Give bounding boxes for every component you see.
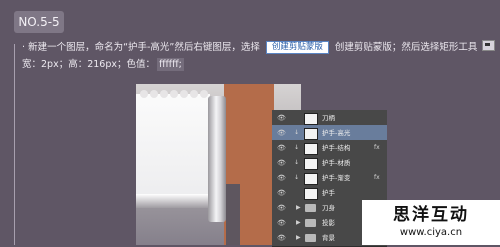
blade-scallop xyxy=(140,90,148,98)
color-value: ffffff; xyxy=(156,58,184,71)
blade-scallop xyxy=(190,90,198,98)
expand-arrow-icon[interactable]: ▶ xyxy=(296,219,301,226)
clipping-mask-icon: ↓ xyxy=(294,159,300,166)
folder-icon xyxy=(305,219,316,227)
watermark-logo: 思洋互动 www.ciya.cn xyxy=(362,200,500,245)
blade-scallop xyxy=(180,90,188,98)
eye-icon[interactable]: 👁 xyxy=(277,219,286,227)
instruction-dims: 宽：2px；高：216px；色值： xyxy=(22,59,155,70)
layer-name: 背景 xyxy=(322,234,335,242)
layer-thumbnail xyxy=(304,128,318,140)
layer-effects-icon[interactable]: fx xyxy=(374,144,380,151)
instruction-line-1: · 新建一个图层，命名为“护手-高光”然后右键图层，选择 创建剪贴蒙版 创建剪贴… xyxy=(22,40,497,54)
guard-shadow xyxy=(226,184,240,245)
instruction-line-2: 宽：2px；高：216px；色值： ffffff; xyxy=(22,58,184,71)
step-badge: NO.5-5 xyxy=(14,11,64,33)
eye-icon[interactable]: 👁 xyxy=(277,159,286,167)
layer-name: 护手 xyxy=(322,189,335,197)
layer-thumbnail xyxy=(304,113,318,125)
blade-scallop xyxy=(150,90,158,98)
layer-name: 护手-结构 xyxy=(322,144,351,152)
rectangle-tool-icon xyxy=(482,40,496,51)
knife-bolster xyxy=(208,96,226,222)
layer-name: 刀柄 xyxy=(322,114,335,122)
create-clipping-mask-button: 创建剪贴蒙版 xyxy=(265,41,329,54)
timeline-line xyxy=(14,44,15,245)
eye-icon[interactable]: 👁 xyxy=(277,174,286,182)
knife-blade xyxy=(136,94,210,206)
bullet: · xyxy=(22,42,26,53)
layer-name: 护手-渐变 xyxy=(322,174,351,182)
eye-icon[interactable]: 👁 xyxy=(277,129,286,137)
eye-icon[interactable]: 👁 xyxy=(277,234,286,242)
expand-arrow-icon[interactable]: ▶ xyxy=(296,234,301,241)
tutorial-panel: NO.5-5 · 新建一个图层，命名为“护手-高光”然后右键图层，选择 创建剪贴… xyxy=(0,0,500,247)
instruction-text-a: 新建一个图层，命名为“护手-高光”然后右键图层，选择 xyxy=(28,42,260,53)
clipping-mask-icon: ↓ xyxy=(294,174,300,181)
folder-icon xyxy=(305,204,316,212)
eye-icon[interactable]: 👁 xyxy=(277,114,286,122)
eye-icon[interactable]: 👁 xyxy=(277,189,286,197)
layer-thumbnail xyxy=(304,188,318,200)
logo-url: www.ciya.cn xyxy=(399,227,463,238)
layer-name: 护手-高光 xyxy=(322,129,351,137)
layer-effects-icon[interactable]: fx xyxy=(374,174,380,181)
clipping-mask-icon: ↓ xyxy=(294,129,300,136)
logo-name: 思洋互动 xyxy=(393,205,469,225)
blade-scallop xyxy=(200,90,208,98)
blade-scallop xyxy=(160,90,168,98)
layer-thumbnail xyxy=(304,158,318,170)
layer-thumbnail xyxy=(304,173,318,185)
folder-icon xyxy=(305,234,316,242)
blade-scallop xyxy=(170,90,178,98)
expand-arrow-icon[interactable]: ▶ xyxy=(296,204,301,211)
eye-icon[interactable]: 👁 xyxy=(277,204,286,212)
layer-name: 刀身 xyxy=(322,204,335,212)
layer-name: 护手-材质 xyxy=(322,159,351,167)
eye-icon[interactable]: 👁 xyxy=(277,144,286,152)
instruction-text-b: 创建剪贴蒙版；然后选择矩形工具 xyxy=(334,42,478,53)
layer-name: 投影 xyxy=(322,219,335,227)
clipping-mask-icon: ↓ xyxy=(294,144,300,151)
blade-edge xyxy=(136,194,210,208)
layer-thumbnail xyxy=(304,143,318,155)
